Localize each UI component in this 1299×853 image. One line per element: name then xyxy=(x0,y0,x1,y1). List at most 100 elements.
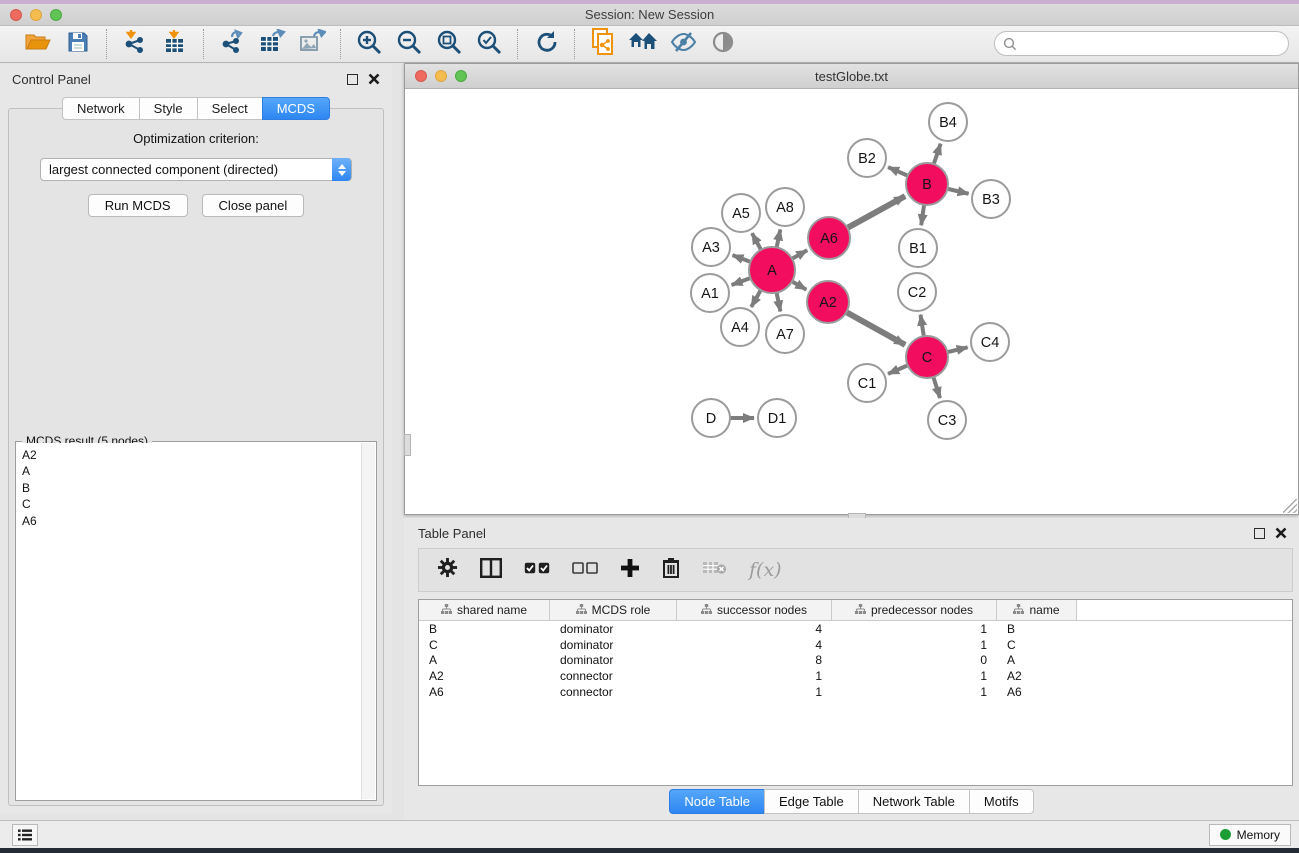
node-label-A3: A3 xyxy=(702,240,720,256)
result-list-item[interactable]: A2 xyxy=(22,447,361,463)
export-table-icon xyxy=(259,29,286,60)
save-session-button[interactable] xyxy=(62,29,94,59)
column-type-icon xyxy=(441,603,452,617)
float-panel-icon[interactable] xyxy=(347,74,358,85)
export-image-button[interactable] xyxy=(296,29,328,59)
select-all-button[interactable] xyxy=(524,561,550,579)
table-row[interactable]: Cdominator41C xyxy=(419,637,1292,653)
node-label-A7: A7 xyxy=(776,327,794,343)
show-view-icon xyxy=(711,30,735,59)
column-header-label: name xyxy=(1029,603,1059,617)
column-header-successor-nodes[interactable]: successor nodes xyxy=(677,600,832,620)
add-column-icon xyxy=(620,558,640,583)
tab-edge-table[interactable]: Edge Table xyxy=(764,789,858,814)
search-input[interactable] xyxy=(1017,37,1267,51)
split-view-button[interactable] xyxy=(480,558,502,583)
zoom-selected-icon xyxy=(476,29,502,60)
network-canvas[interactable]: AA1A2A3A4A5A6A7A8BB1B2B3B4CC1C2C3C4DD1 xyxy=(405,89,1298,514)
control-panel-title: Control Panel xyxy=(12,72,91,87)
table-row[interactable]: A2connector11A2 xyxy=(419,668,1292,684)
run-mcds-button[interactable]: Run MCDS xyxy=(88,194,188,217)
column-header-shared-name[interactable]: shared name xyxy=(419,600,550,620)
node-label-B: B xyxy=(922,177,932,193)
home-button[interactable] xyxy=(627,29,659,59)
table-row[interactable]: Bdominator41B xyxy=(419,621,1292,637)
table-cell: C xyxy=(997,638,1077,652)
control-panel: Control Panel NetworkStyleSelectMCDS Opt… xyxy=(0,64,392,814)
column-header-name[interactable]: name xyxy=(997,600,1077,620)
table-close-panel-icon[interactable] xyxy=(1275,527,1287,539)
add-column-button[interactable] xyxy=(620,558,640,583)
import-network-button[interactable] xyxy=(119,29,151,59)
criterion-selected-value: largest connected component (directed) xyxy=(41,162,278,177)
table-panel: Table Panel f(x) shared name MCDS rolesuc… xyxy=(404,518,1299,822)
column-header-label: shared name xyxy=(457,603,527,617)
node-label-C: C xyxy=(922,350,932,366)
column-type-icon xyxy=(576,603,587,617)
task-history-button[interactable] xyxy=(12,824,38,846)
memory-button[interactable]: Memory xyxy=(1209,824,1291,846)
close-panel-button[interactable]: Close panel xyxy=(202,194,305,217)
table-float-panel-icon[interactable] xyxy=(1254,528,1265,539)
open-session-button[interactable] xyxy=(22,29,54,59)
optimization-criterion-label: Optimization criterion: xyxy=(9,131,383,146)
tab-mcds[interactable]: MCDS xyxy=(262,97,330,120)
clipboard-network-icon xyxy=(590,28,616,61)
table-panel-tabs: Node TableEdge TableNetwork TableMotifs xyxy=(404,789,1299,814)
tab-style[interactable]: Style xyxy=(139,97,197,120)
node-label-A8: A8 xyxy=(776,200,794,216)
result-list-item[interactable]: A xyxy=(22,463,361,479)
mcds-result-box: MCDS result (5 nodes) A2ABCA6 xyxy=(15,441,377,801)
tab-node-table[interactable]: Node Table xyxy=(669,789,764,814)
node-label-B2: B2 xyxy=(858,151,876,167)
zoom-out-button[interactable] xyxy=(393,29,425,59)
export-network-button[interactable] xyxy=(216,29,248,59)
hide-panel-button[interactable] xyxy=(667,29,699,59)
column-header-predecessor-nodes[interactable]: predecessor nodes xyxy=(832,600,997,620)
table-panel-title: Table Panel xyxy=(418,526,486,541)
table-toolbar: f(x) xyxy=(418,548,1293,592)
delete-table-button[interactable] xyxy=(702,560,727,580)
table-cell: 1 xyxy=(832,685,997,699)
table-row[interactable]: A6connector11A6 xyxy=(419,684,1292,700)
search-box[interactable] xyxy=(994,31,1289,56)
refresh-icon xyxy=(533,29,559,60)
zoom-selected-button[interactable] xyxy=(473,29,505,59)
column-header-MCDS-role[interactable]: MCDS role xyxy=(550,600,677,620)
memory-status-icon xyxy=(1220,829,1231,840)
criterion-dropdown[interactable]: largest connected component (directed) xyxy=(40,158,352,181)
import-table-button[interactable] xyxy=(159,29,191,59)
export-table-button[interactable] xyxy=(256,29,288,59)
task-list-icon xyxy=(18,829,32,841)
tab-motifs[interactable]: Motifs xyxy=(969,789,1034,814)
clipboard-network-button[interactable] xyxy=(587,29,619,59)
result-scrollbar[interactable] xyxy=(361,443,375,799)
node-label-A: A xyxy=(767,263,777,279)
tab-network-table[interactable]: Network Table xyxy=(858,789,969,814)
table-cell: 1 xyxy=(832,669,997,683)
function-builder-button[interactable]: f(x) xyxy=(749,559,782,581)
show-view-button[interactable] xyxy=(707,29,739,59)
delete-table-icon xyxy=(702,560,727,580)
result-list-item[interactable]: C xyxy=(22,496,361,512)
tab-select[interactable]: Select xyxy=(197,97,262,120)
import-network-icon xyxy=(122,29,148,60)
table-cell: B xyxy=(997,622,1077,636)
tab-network[interactable]: Network xyxy=(62,97,139,120)
zoom-out-icon xyxy=(396,29,422,60)
table-cell: 1 xyxy=(832,638,997,652)
table-cell: 4 xyxy=(677,622,832,636)
close-panel-icon[interactable] xyxy=(368,73,380,85)
deselect-all-button[interactable] xyxy=(572,561,598,579)
result-list-item[interactable]: B xyxy=(22,480,361,496)
table-row[interactable]: Adominator80A xyxy=(419,653,1292,669)
delete-column-button[interactable] xyxy=(662,557,680,583)
table-cell: 4 xyxy=(677,638,832,652)
zoom-in-button[interactable] xyxy=(353,29,385,59)
left-splitter-grip[interactable] xyxy=(404,434,411,456)
result-list-item[interactable]: A6 xyxy=(22,513,361,529)
settings-button[interactable] xyxy=(437,557,458,583)
zoom-fit-button[interactable] xyxy=(433,29,465,59)
refresh-button[interactable] xyxy=(530,29,562,59)
resize-grip-icon[interactable] xyxy=(1283,499,1297,513)
